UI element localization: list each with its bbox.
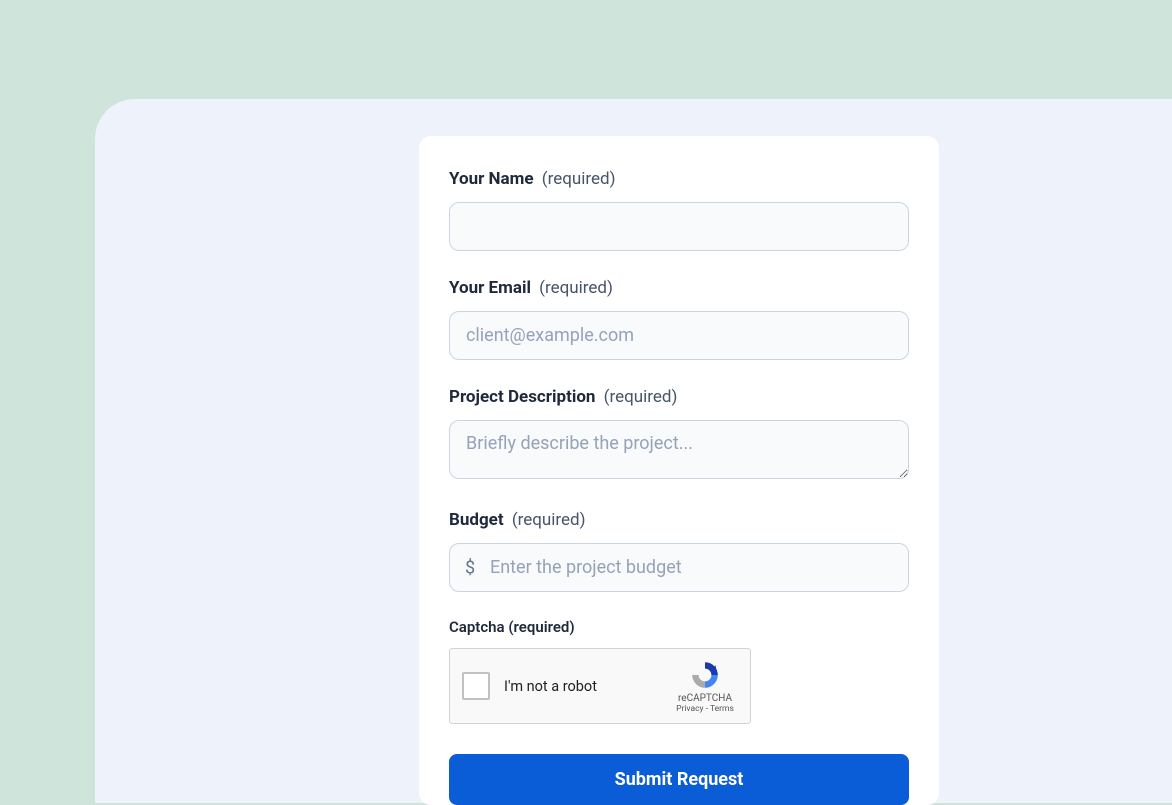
- name-field-group: Your Name (required): [449, 168, 909, 251]
- recaptcha-text: I'm not a robot: [504, 678, 672, 695]
- name-label-row: Your Name (required): [449, 168, 909, 190]
- budget-required: (required): [512, 510, 586, 530]
- captcha-label: Captcha (required): [449, 618, 909, 636]
- description-label: Project Description: [449, 387, 595, 407]
- recaptcha-brand: reCAPTCHA Privacy - Terms: [672, 659, 738, 714]
- email-label: Your Email: [449, 278, 531, 298]
- recaptcha-widget: I'm not a robot reCAPTCHA Privacy - Term…: [449, 648, 751, 724]
- description-label-row: Project Description (required): [449, 386, 909, 408]
- budget-label-row: Budget (required): [449, 509, 909, 531]
- description-textarea[interactable]: [449, 420, 909, 479]
- email-label-row: Your Email (required): [449, 277, 909, 299]
- recaptcha-brand-name: reCAPTCHA: [678, 693, 732, 704]
- email-input[interactable]: [449, 311, 909, 360]
- submit-button[interactable]: Submit Request: [449, 754, 909, 805]
- name-label: Your Name: [449, 169, 534, 189]
- budget-label: Budget: [449, 510, 504, 530]
- email-required: (required): [539, 278, 613, 298]
- budget-input[interactable]: [449, 543, 909, 592]
- recaptcha-logo-icon: [689, 659, 721, 691]
- name-input[interactable]: [449, 202, 909, 251]
- request-form-card: Your Name (required) Your Email (require…: [419, 136, 939, 805]
- email-field-group: Your Email (required): [449, 277, 909, 360]
- budget-input-wrapper: $: [449, 543, 909, 592]
- recaptcha-checkbox[interactable]: [462, 672, 490, 700]
- captcha-field-group: Captcha (required) I'm not a robot reCAP…: [449, 618, 909, 724]
- description-field-group: Project Description (required): [449, 386, 909, 483]
- recaptcha-links[interactable]: Privacy - Terms: [676, 704, 734, 714]
- name-required: (required): [542, 169, 616, 189]
- description-required: (required): [604, 387, 678, 407]
- budget-field-group: Budget (required) $: [449, 509, 909, 592]
